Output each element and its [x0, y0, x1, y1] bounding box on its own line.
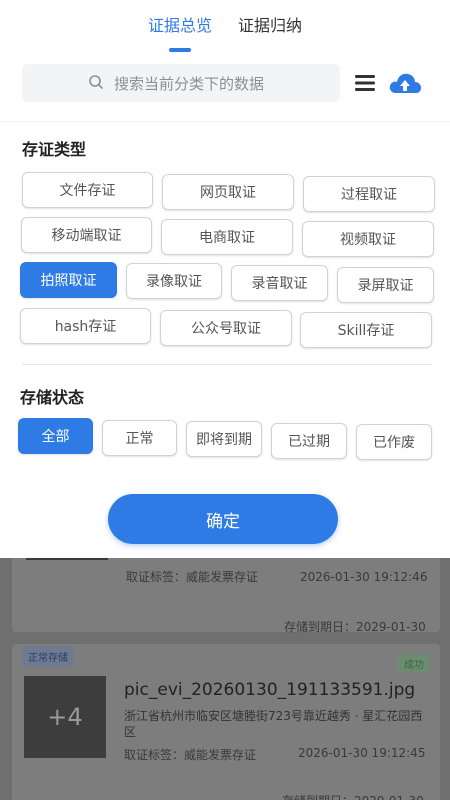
tab-label: 证据归纳: [238, 16, 303, 35]
cloud-upload-icon[interactable]: [388, 69, 422, 97]
tab-evidence-overview[interactable]: 证据总览: [147, 12, 212, 52]
type-chip-screen[interactable]: 录屏取证: [337, 267, 434, 303]
list-item[interactable]: 正常存储 成功 +4 pic_evi_20260130_191133591.jp…: [12, 644, 440, 800]
file-name: pic_evi_20260130_191133591.jpg: [124, 680, 416, 700]
tab-evidence-summary[interactable]: 证据归纳: [238, 12, 302, 42]
status-chip-voided[interactable]: 已作废: [356, 424, 432, 460]
record-expiry: 存储到期日：2029-01-30: [282, 792, 424, 800]
type-section-title: 存证类型: [22, 140, 87, 159]
record-tag: 取证标签：威能发票存证: [124, 748, 257, 762]
active-tab-indicator: [168, 48, 191, 52]
type-chip-file[interactable]: 文件存证: [22, 172, 153, 208]
divider: [22, 364, 432, 365]
type-chip-recording[interactable]: 录像取证: [126, 263, 222, 299]
type-chip-audio[interactable]: 录音取证: [231, 265, 328, 301]
top-tabs: 证据总览 证据归纳: [0, 0, 450, 56]
thumbnail: [26, 558, 108, 560]
type-chip-hash[interactable]: hash存证: [20, 308, 151, 344]
list-item[interactable]: 取证标签：威能发票存证 2026-01-30 19:12:46 存储到期日：20…: [12, 558, 440, 634]
divider: [0, 121, 450, 122]
dimmed-backdrop[interactable]: 取证标签：威能发票存证 2026-01-30 19:12:46 存储到期日：20…: [0, 558, 450, 800]
type-chip-ecommerce[interactable]: 电商取证: [161, 219, 293, 255]
status-chip-expired[interactable]: 已过期: [271, 423, 347, 459]
menu-icon[interactable]: [354, 72, 376, 94]
type-chip-webpage[interactable]: 网页取证: [162, 174, 294, 210]
search-input[interactable]: 搜索当前分类下的数据: [22, 64, 340, 102]
thumbnail-count: +4: [47, 703, 83, 731]
record-time: 2026-01-30 19:12:46: [300, 570, 428, 584]
type-chip-photo[interactable]: 拍照取证: [20, 262, 117, 298]
record-expiry: 存储到期日：2029-01-30: [284, 620, 426, 634]
result-badge: 成功: [398, 654, 430, 673]
status-section-title: 存储状态: [20, 388, 85, 407]
type-chip-official-account[interactable]: 公众号取证: [160, 310, 292, 346]
type-chip-process[interactable]: 过程取证: [303, 176, 435, 212]
search-row: 搜索当前分类下的数据: [22, 64, 432, 102]
type-chip-skill[interactable]: Skill存证: [300, 312, 432, 348]
search-placeholder: 搜索当前分类下的数据: [114, 74, 265, 93]
thumbnail[interactable]: +4: [24, 676, 106, 758]
type-chip-mobile[interactable]: 移动端取证: [21, 217, 152, 253]
type-chip-video[interactable]: 视频取证: [302, 221, 434, 257]
search-icon: [89, 75, 103, 89]
status-badge: 正常存储: [22, 646, 74, 667]
status-chip-all[interactable]: 全部: [18, 418, 93, 454]
record-time: 2026-01-30 19:12:45: [298, 746, 426, 760]
status-chip-expiring[interactable]: 即将到期: [186, 421, 262, 457]
status-chip-normal[interactable]: 正常: [102, 420, 177, 456]
confirm-button[interactable]: 确定: [108, 494, 338, 544]
tab-label: 证据总览: [147, 16, 212, 35]
record-address: 浙江省杭州市临安区塘塍街723号靠近越秀 · 星汇花园西区: [124, 709, 423, 739]
record-tag: 取证标签：威能发票存证: [126, 570, 259, 584]
